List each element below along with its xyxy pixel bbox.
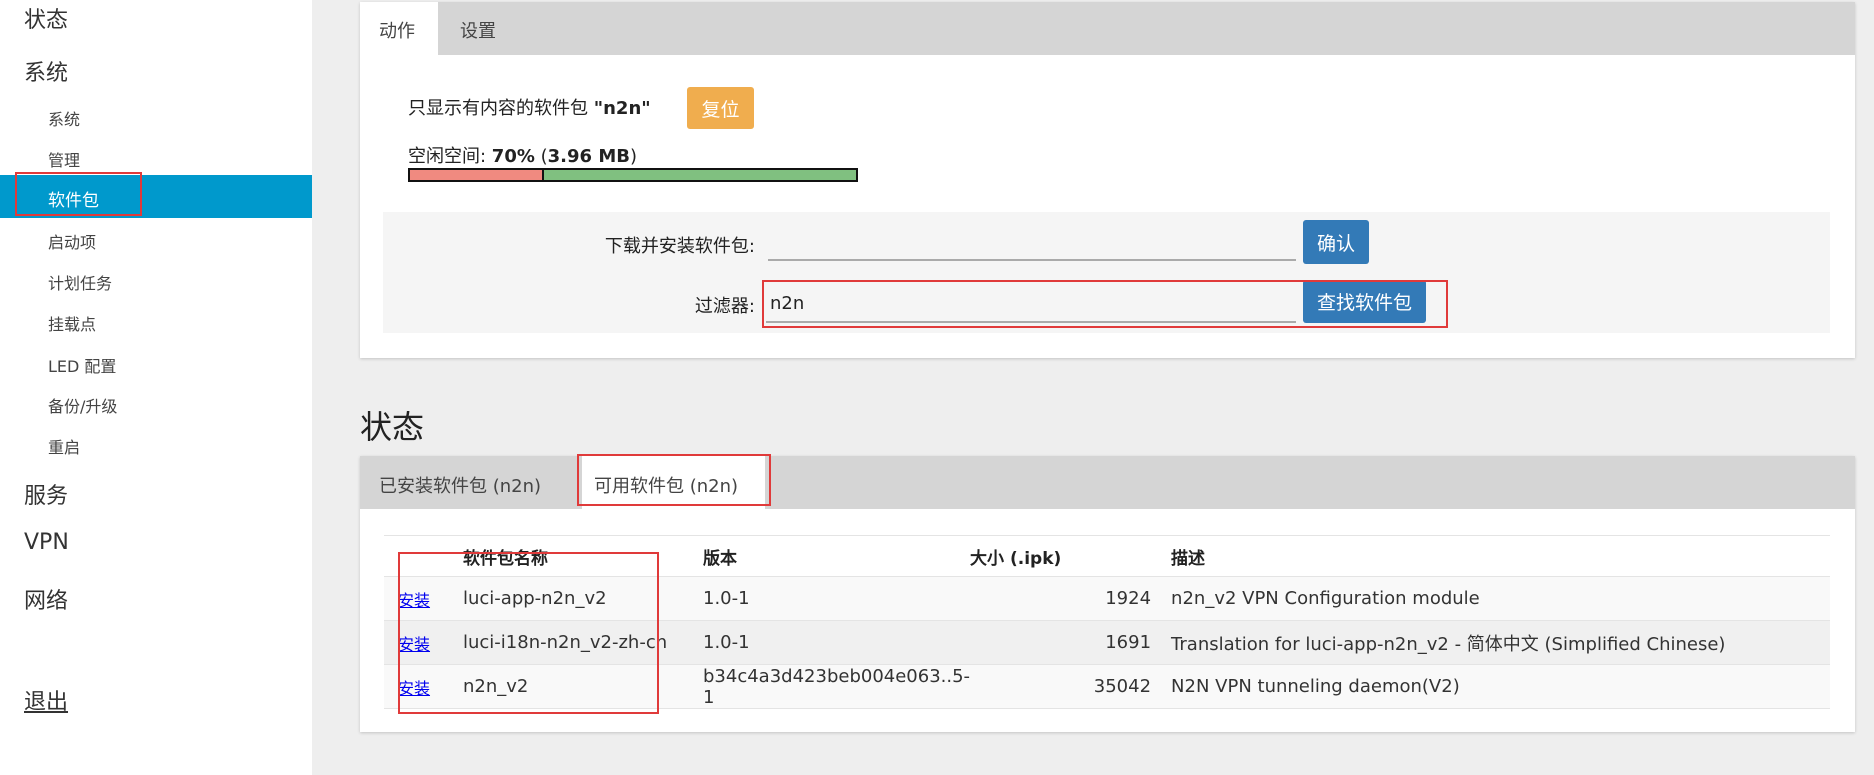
status-tab-bar: 已安装软件包 (n2n) 可用软件包 (n2n)	[360, 456, 1855, 509]
sidebar-subitem-led-config[interactable]: LED 配置	[48, 353, 116, 377]
download-package-input[interactable]	[768, 228, 1296, 261]
column-header-package-name: 软件包名称	[463, 535, 703, 577]
package-version: b34c4a3d423beb004e063..5-1	[703, 664, 971, 709]
package-description: Translation for luci-app-n2n_v2 - 简体中文 (…	[1171, 620, 1830, 665]
package-description: N2N VPN tunneling daemon(V2)	[1171, 664, 1830, 709]
sidebar-subitem-reboot[interactable]: 重启	[48, 434, 80, 458]
tab-installed-packages-label: 已安装软件包 (n2n)	[379, 476, 542, 497]
sidebar-item-logout[interactable]: 退出	[24, 684, 68, 716]
free-space-size: 3.96 MB	[547, 146, 630, 167]
column-header-description: 描述	[1171, 535, 1830, 577]
package-name: n2n_v2	[463, 664, 703, 709]
tab-available-packages[interactable]: 可用软件包 (n2n)	[582, 456, 765, 509]
filter-label: 过滤器:	[694, 296, 755, 317]
table-header-row: 软件包名称 版本 大小 (.ipk) 描述	[384, 535, 1830, 577]
package-size: 1924	[970, 576, 1152, 621]
package-version: 1.0-1	[703, 620, 971, 665]
sidebar-subitem-backup-upgrade[interactable]: 备份/升级	[48, 393, 117, 417]
package-version: 1.0-1	[703, 576, 971, 621]
sidebar-subitem-packages-label: 软件包	[48, 191, 99, 211]
package-name: luci-app-n2n_v2	[463, 576, 703, 621]
sidebar-item-status[interactable]: 状态	[24, 2, 68, 34]
filter-notice-value: "n2n"	[593, 98, 651, 119]
free-space-label: 空闲空间:	[408, 146, 492, 167]
install-link[interactable]: 安装	[398, 635, 430, 654]
sidebar-subitem-system[interactable]: 系统	[48, 106, 80, 130]
tab-actions-label: 动作	[379, 21, 415, 42]
table-row: 安装 n2n_v2 b34c4a3d423beb004e063..5-1 350…	[384, 664, 1830, 709]
package-size: 1691	[970, 620, 1152, 665]
packages-table: 软件包名称 版本 大小 (.ipk) 描述 安装 luci-app-n2n_v2…	[384, 535, 1830, 709]
column-header-version: 版本	[703, 535, 971, 577]
tab-settings-label: 设置	[460, 21, 496, 42]
reset-button[interactable]: 复位	[687, 87, 754, 129]
free-space-bar	[408, 168, 858, 182]
confirm-button[interactable]: 确认	[1303, 220, 1369, 264]
column-header-spacer	[1151, 535, 1172, 577]
used-space-fill	[410, 170, 544, 180]
tab-settings[interactable]: 设置	[438, 2, 528, 55]
tab-available-packages-label: 可用软件包 (n2n)	[594, 476, 739, 497]
filter-notice: 只显示有内容的软件包 "n2n"	[408, 94, 651, 120]
sidebar-subitem-scheduled-tasks[interactable]: 计划任务	[48, 270, 112, 294]
sidebar-item-system[interactable]: 系统	[24, 55, 68, 87]
filter-notice-text: 只显示有内容的软件包	[408, 98, 588, 119]
sidebar-subitem-mount-points[interactable]: 挂载点	[48, 311, 96, 335]
filter-input[interactable]	[766, 285, 1296, 323]
sidebar-subitem-packages[interactable]: 软件包	[0, 175, 312, 218]
free-space-info: 空闲空间: 70% (3.96 MB)	[408, 146, 637, 167]
sidebar: 状态 系统 系统 管理 软件包 启动项 计划任务 挂载点 LED 配置 备份/升…	[0, 0, 312, 775]
table-row: 安装 luci-i18n-n2n_v2-zh-cn 1.0-1 1691 Tra…	[384, 620, 1830, 665]
status-heading: 状态	[360, 408, 425, 446]
sidebar-item-vpn[interactable]: VPN	[24, 530, 69, 555]
tab-actions[interactable]: 动作	[360, 2, 438, 55]
find-packages-button[interactable]: 查找软件包	[1303, 280, 1426, 323]
package-name: luci-i18n-n2n_v2-zh-cn	[463, 620, 703, 665]
actions-tab-bar: 动作 设置	[360, 2, 1855, 55]
table-row: 安装 luci-app-n2n_v2 1.0-1 1924 n2n_v2 VPN…	[384, 576, 1830, 621]
package-description: n2n_v2 VPN Configuration module	[1171, 576, 1830, 621]
sidebar-subitem-startup[interactable]: 启动项	[48, 229, 96, 253]
install-link[interactable]: 安装	[398, 591, 430, 610]
tab-installed-packages[interactable]: 已安装软件包 (n2n)	[360, 456, 576, 509]
sidebar-item-services[interactable]: 服务	[24, 478, 68, 510]
column-header-action	[384, 535, 463, 577]
sidebar-subitem-admin[interactable]: 管理	[48, 147, 80, 171]
install-link[interactable]: 安装	[398, 679, 430, 698]
column-header-size: 大小 (.ipk)	[970, 535, 1152, 577]
package-size: 35042	[970, 664, 1152, 709]
download-label: 下载并安装软件包:	[604, 236, 755, 257]
free-space-fill	[543, 170, 856, 180]
free-space-percent: 70%	[491, 146, 535, 167]
sidebar-item-network[interactable]: 网络	[24, 583, 68, 615]
